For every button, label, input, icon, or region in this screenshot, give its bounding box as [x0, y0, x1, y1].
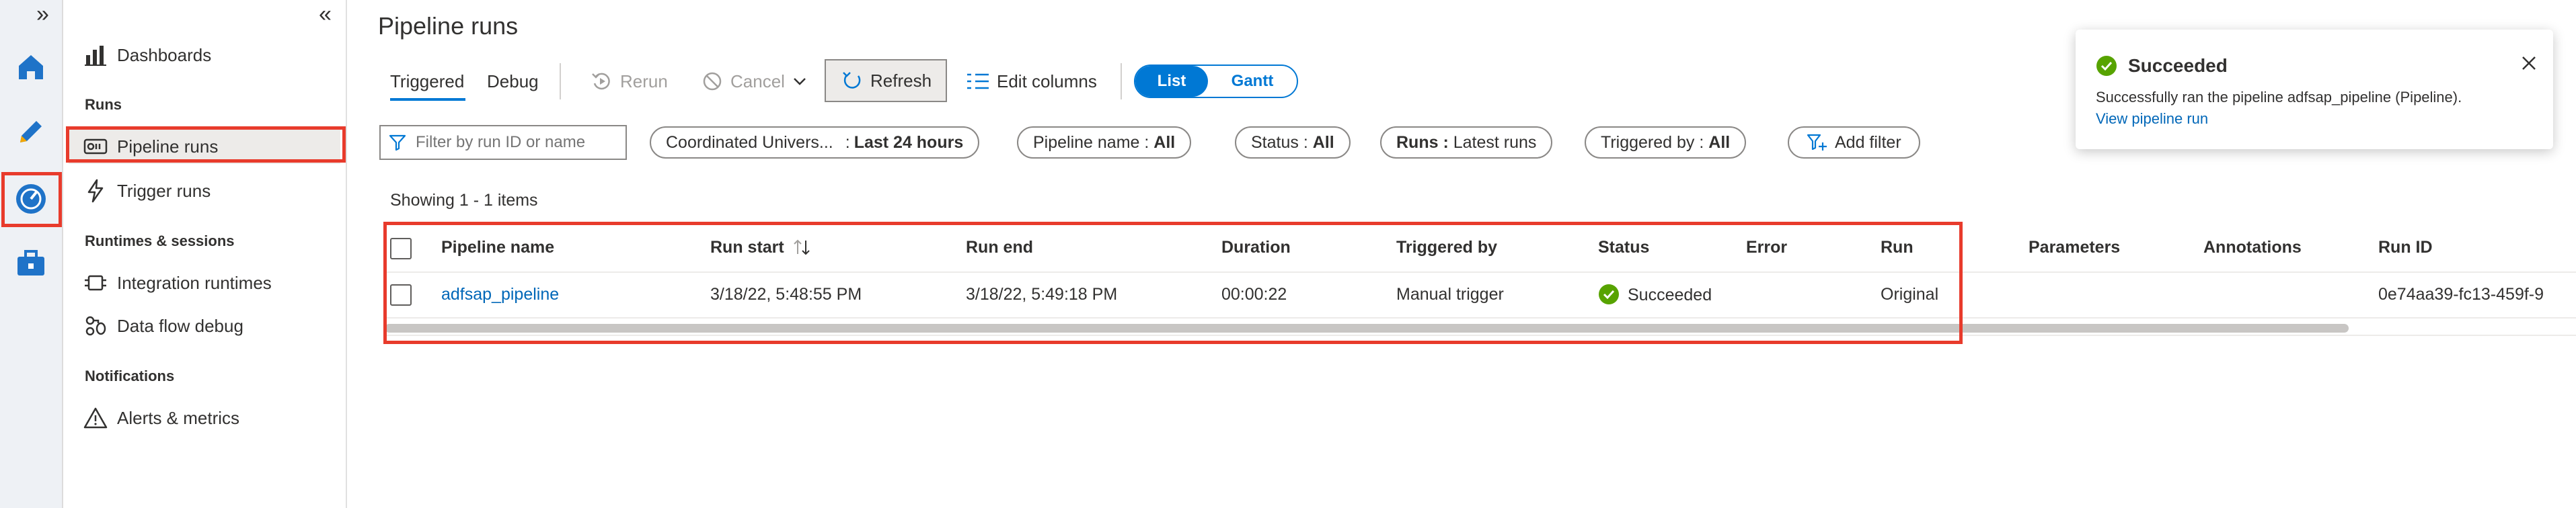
- monitor-highlight-box: [1, 172, 62, 227]
- nav-item-label: Integration runtimes: [117, 272, 272, 293]
- view-list-label: List: [1157, 72, 1186, 90]
- filter-pipeline-name-value: All: [1153, 132, 1176, 152]
- nav-item-label: Trigger runs: [117, 180, 211, 201]
- nav-section-runs: Runs: [85, 96, 122, 113]
- dashboard-chart-icon: [85, 46, 106, 66]
- rerun-label: Rerun: [620, 71, 668, 91]
- view-list-button[interactable]: List: [1135, 66, 1208, 97]
- column-header-parameters[interactable]: Parameters: [2029, 238, 2120, 257]
- refresh-button[interactable]: Refresh: [825, 59, 947, 102]
- rerun-icon: [592, 73, 610, 90]
- home-icon[interactable]: [9, 46, 52, 89]
- nav-item-trigger-runs[interactable]: Trigger runs: [83, 173, 211, 208]
- active-tab-underline: [390, 98, 465, 101]
- table-highlight-box: [383, 222, 1963, 344]
- filter-funnel-icon: [389, 134, 406, 151]
- edit-columns-label: Edit columns: [997, 71, 1097, 91]
- filter-triggered-by-value: All: [1708, 132, 1731, 152]
- rerun-button[interactable]: Rerun: [591, 65, 668, 98]
- filter-triggered-by-label: Triggered by :: [1601, 132, 1709, 152]
- data-flow-debug-icon: [85, 316, 106, 336]
- filter-runs-label: Runs :: [1396, 132, 1453, 152]
- search-box[interactable]: [379, 125, 627, 160]
- filter-status-value: All: [1312, 132, 1334, 152]
- chevron-down-icon: [794, 78, 806, 85]
- edit-columns-button[interactable]: Edit columns: [966, 65, 1097, 98]
- showing-count: Showing 1 - 1 items: [390, 191, 538, 210]
- filter-status-label: Status :: [1251, 132, 1313, 152]
- cell-run-id: 0e74aa39-fc13-459f-9: [2378, 285, 2544, 304]
- lightning-icon: [87, 179, 104, 203]
- filter-runs-value: Latest runs: [1453, 132, 1537, 152]
- toolbar-divider: [1121, 63, 1122, 99]
- tab-label: Debug: [487, 71, 539, 91]
- toolbar-divider: [560, 63, 561, 99]
- column-header-annotations[interactable]: Annotations: [2203, 238, 2302, 257]
- refresh-icon: [843, 72, 861, 89]
- nav-section-runtimes: Runtimes & sessions: [85, 232, 235, 249]
- view-pipeline-run-link[interactable]: View pipeline run: [2096, 110, 2208, 128]
- nav-item-label: Dashboards: [117, 44, 212, 65]
- refresh-label: Refresh: [870, 70, 932, 91]
- toast-title: Succeeded: [2128, 55, 2228, 76]
- edit-columns-icon: [967, 73, 989, 89]
- monitor-nav-panel: « Dashboards Runs Pipeline runs Trigger …: [63, 0, 347, 508]
- integration-runtime-icon: [85, 275, 106, 291]
- filter-timezone[interactable]: Coordinated Univers... : Last 24 hours: [650, 126, 980, 159]
- pipeline-runs-highlight-box: [66, 126, 346, 163]
- left-rail: »: [0, 0, 63, 508]
- filter-timezone-label: Coordinated Univers...: [666, 132, 833, 152]
- success-check-icon: [2096, 56, 2117, 76]
- nav-section-notifications: Notifications: [85, 368, 175, 384]
- filter-status[interactable]: Status : All: [1235, 126, 1351, 159]
- tab-triggered[interactable]: Triggered: [390, 65, 464, 98]
- nav-item-label: Alerts & metrics: [117, 407, 240, 428]
- nav-item-alerts-metrics[interactable]: Alerts & metrics: [83, 400, 239, 435]
- view-gantt-label: Gantt: [1231, 72, 1274, 90]
- expand-rail-button[interactable]: »: [36, 1, 49, 28]
- page-title: Pipeline runs: [378, 12, 519, 40]
- filter-timezone-value: Last 24 hours: [854, 132, 964, 152]
- notification-toast: Succeeded Successfully ran the pipeline …: [2076, 30, 2553, 149]
- tab-label: Triggered: [390, 71, 465, 91]
- add-filter-button[interactable]: Add filter: [1788, 126, 1920, 159]
- tab-debug[interactable]: Debug: [487, 65, 539, 98]
- nav-item-data-flow-debug[interactable]: Data flow debug: [83, 308, 243, 343]
- nav-item-label: Data flow debug: [117, 315, 243, 336]
- cancel-button[interactable]: Cancel: [701, 65, 808, 98]
- author-pencil-icon[interactable]: [9, 110, 52, 153]
- cancel-label: Cancel: [730, 71, 785, 91]
- warning-triangle-icon: [83, 407, 108, 429]
- nav-item-dashboards[interactable]: Dashboards: [83, 38, 211, 73]
- view-gantt-button[interactable]: Gantt: [1211, 66, 1294, 97]
- manage-toolbox-icon[interactable]: [9, 242, 52, 285]
- add-filter-label: Add filter: [1835, 132, 1901, 152]
- search-input[interactable]: [414, 132, 619, 153]
- filter-runs[interactable]: Runs : Latest runs: [1380, 126, 1553, 159]
- add-filter-icon: [1807, 134, 1827, 151]
- collapse-nav-button[interactable]: «: [319, 1, 332, 28]
- nav-item-integration-runtimes[interactable]: Integration runtimes: [83, 265, 272, 300]
- toast-message: Successfully ran the pipeline adfsap_pip…: [2096, 89, 2462, 105]
- filter-pipeline-name-label: Pipeline name :: [1033, 132, 1154, 152]
- filter-triggered-by[interactable]: Triggered by : All: [1585, 126, 1747, 159]
- column-header-run-id[interactable]: Run ID: [2378, 238, 2433, 257]
- close-icon[interactable]: [2520, 54, 2538, 73]
- cancel-icon: [703, 72, 722, 91]
- filter-pipeline-name[interactable]: Pipeline name : All: [1017, 126, 1192, 159]
